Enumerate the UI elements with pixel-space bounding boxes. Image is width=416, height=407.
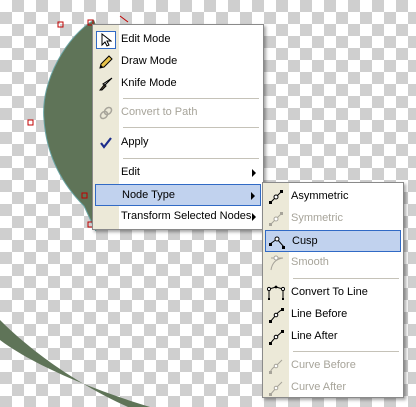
cusp-node-icon: [267, 233, 287, 251]
menu-separator: [123, 98, 259, 99]
menu-item-label: Curve After: [291, 381, 347, 393]
asymmetric-node-icon: [266, 188, 286, 206]
menu-item-node-type[interactable]: Node Type: [95, 184, 261, 206]
menu-separator: [123, 127, 259, 128]
menu-item-symmetric[interactable]: Symmetric: [265, 208, 401, 230]
menu-item-curve-after[interactable]: Curve After: [265, 377, 401, 399]
menu-item-asymmetric[interactable]: Asymmetric: [265, 186, 401, 208]
line-after-icon: [266, 328, 286, 346]
menu-item-edit[interactable]: Edit: [95, 162, 261, 184]
menu-item-draw-mode[interactable]: Draw Mode: [95, 51, 261, 73]
path-links-icon: [96, 104, 116, 122]
menu-item-label: Convert To Line: [291, 286, 368, 298]
menu-item-smooth[interactable]: Smooth: [265, 252, 401, 274]
menu-item-label: Line After: [291, 330, 338, 342]
menu-item-line-after[interactable]: Line After: [265, 326, 401, 348]
menu-item-transform-selected-nodes[interactable]: Transform Selected Nodes: [95, 206, 261, 228]
menu-item-label: Convert to Path: [121, 106, 198, 118]
stem-shape[interactable]: [0, 320, 150, 407]
menu-item-label: Cusp: [292, 235, 318, 247]
menu-separator: [123, 158, 259, 159]
node-type-submenu: Asymmetric Symmetric Cusp Smooth Convert…: [262, 182, 404, 398]
menu-item-label: Curve Before: [291, 359, 356, 371]
menu-item-label: Line Before: [291, 308, 348, 320]
menu-item-label: Knife Mode: [121, 77, 177, 89]
menu-item-label: Transform Selected Nodes: [121, 210, 252, 222]
menu-item-apply[interactable]: Apply: [95, 132, 261, 154]
knife-icon: [96, 75, 116, 93]
menu-item-label: Node Type: [122, 189, 176, 201]
leaf-shape[interactable]: [43, 20, 96, 231]
menu-item-line-before[interactable]: Line Before: [265, 304, 401, 326]
selection-handle[interactable]: [27, 119, 34, 126]
menu-item-label: Smooth: [291, 256, 329, 268]
selection-handle[interactable]: [57, 21, 64, 28]
menu-item-curve-before[interactable]: Curve Before: [265, 355, 401, 377]
menu-item-convert-to-path[interactable]: Convert to Path: [95, 102, 261, 124]
symmetric-node-icon: [266, 210, 286, 228]
pencil-icon: [96, 53, 116, 71]
menu-separator: [293, 351, 399, 352]
menu-item-label: Edit Mode: [121, 33, 171, 45]
menu-item-knife-mode[interactable]: Knife Mode: [95, 73, 261, 95]
submenu-arrow-icon: [251, 192, 255, 200]
submenu-arrow-icon: [252, 169, 256, 177]
curve-before-icon: [266, 357, 286, 375]
convert-to-line-icon: [266, 284, 286, 302]
curve-after-icon: [266, 379, 286, 397]
selection-guide: [119, 15, 129, 23]
menu-item-label: Symmetric: [291, 212, 343, 224]
menu-item-label: Apply: [121, 136, 149, 148]
checkmark-icon: [96, 134, 116, 152]
menu-item-label: Asymmetric: [291, 190, 349, 202]
smooth-node-icon: [266, 254, 286, 272]
menu-item-label: Draw Mode: [121, 55, 178, 67]
line-before-icon: [266, 306, 286, 324]
arrow-pointer-icon: [96, 31, 116, 49]
menu-item-label: Edit: [121, 166, 140, 178]
submenu-arrow-icon: [252, 213, 256, 221]
menu-separator: [293, 278, 399, 279]
context-menu: Edit Mode Draw Mode Knife Mode Convert t…: [92, 24, 264, 230]
menu-item-cusp[interactable]: Cusp: [265, 230, 401, 252]
menu-item-convert-to-line[interactable]: Convert To Line: [265, 282, 401, 304]
menu-item-edit-mode[interactable]: Edit Mode: [95, 29, 261, 51]
